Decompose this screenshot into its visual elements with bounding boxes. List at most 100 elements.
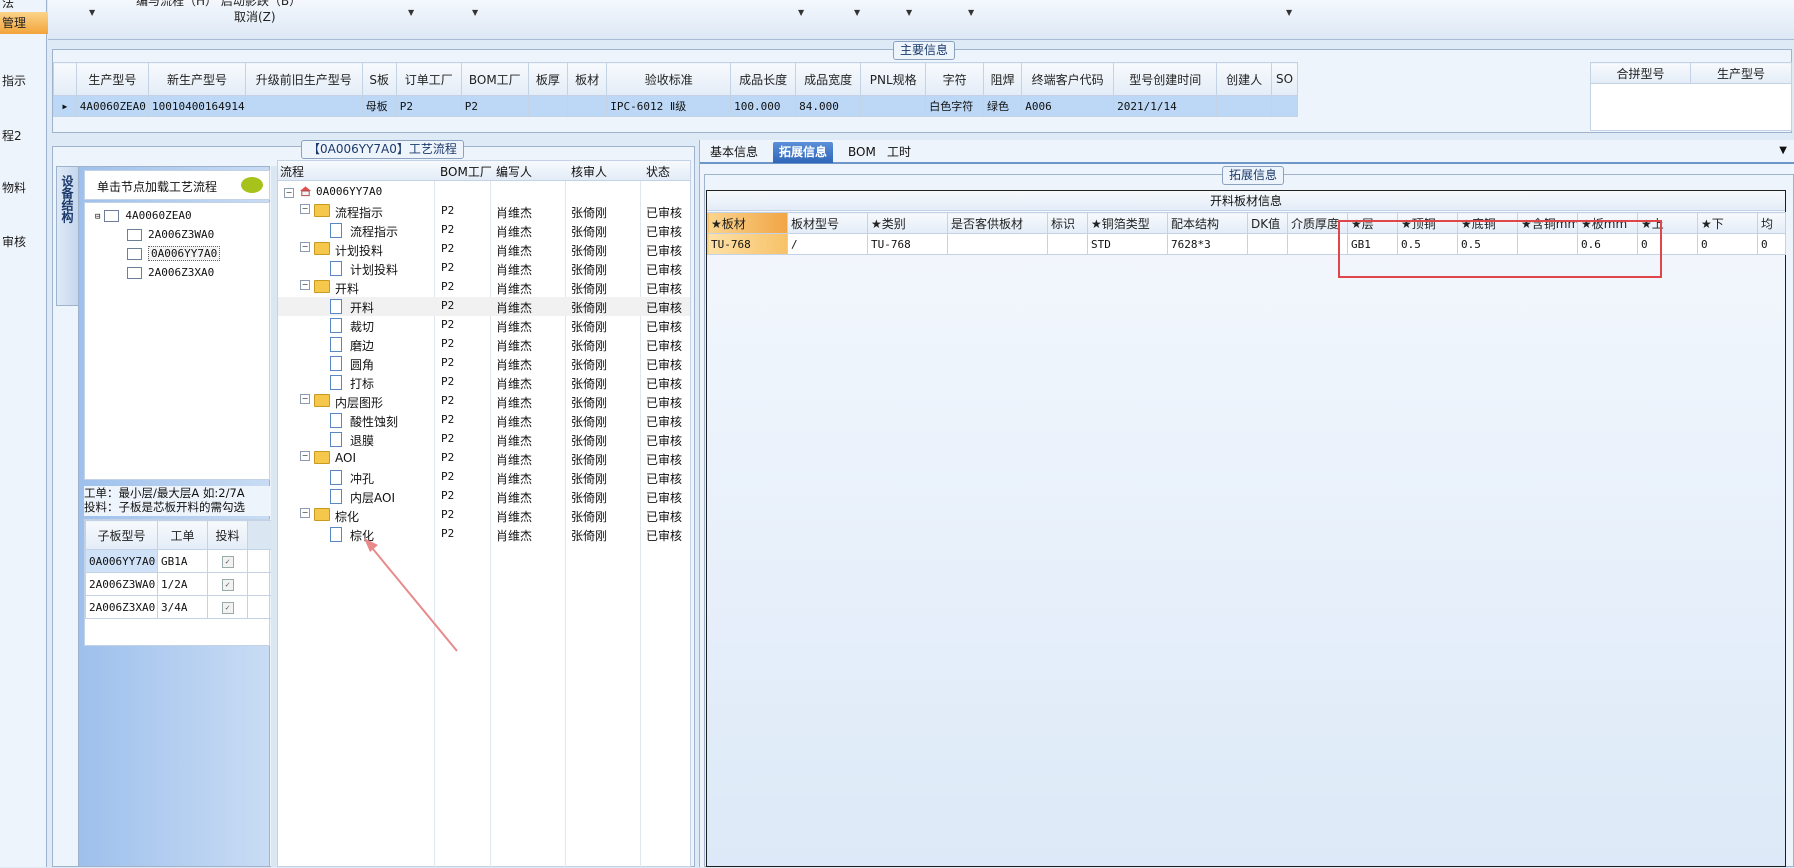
cell[interactable]: STD [1087, 233, 1168, 255]
tree-node-selected[interactable]: 0A006YY7A0 [127, 246, 221, 261]
col-header[interactable]: ★板材 [707, 212, 788, 234]
chat-bubble-icon[interactable] [241, 177, 263, 193]
tree-node[interactable]: 2A006Z3XA0 [127, 266, 214, 279]
cell[interactable]: 0A006YY7A0 [85, 549, 158, 573]
col-header[interactable]: 订单工厂 [395, 62, 462, 96]
cell[interactable]: 1/2A [157, 572, 208, 596]
table-row[interactable]: 2A006Z3XA0 3/4A ✓ [85, 595, 272, 619]
col-header[interactable]: 标识 [1047, 212, 1088, 234]
cell[interactable]: 4A0060ZEA0 [75, 95, 149, 117]
col-header[interactable]: 核审人 [571, 163, 607, 180]
cell[interactable]: 0 [1757, 233, 1786, 255]
col-header[interactable]: DK值 [1247, 212, 1288, 234]
checkbox[interactable]: ✓ [221, 556, 234, 568]
nav-item-0[interactable]: 法 [2, 0, 14, 11]
col-header[interactable]: 工单 [157, 520, 208, 550]
cell[interactable] [1216, 95, 1273, 117]
chevron-down-icon[interactable]: ▼ [968, 8, 974, 17]
cell[interactable]: GB1A [157, 549, 208, 573]
col-header[interactable]: 板厚 [527, 62, 569, 96]
col-header[interactable]: 型号创建时间 [1113, 62, 1218, 96]
col-header[interactable]: 均 [1757, 212, 1786, 234]
cell[interactable]: TU-768 [867, 233, 948, 255]
col-header[interactable]: PNL规格 [860, 62, 927, 96]
cell[interactable]: 2A006Z3XA0 [85, 595, 158, 619]
side-tab-structure[interactable]: 设备结构 [56, 166, 78, 306]
tab-basic-info[interactable]: 基本信息 [704, 142, 764, 163]
cell[interactable] [1247, 233, 1288, 255]
row-pointer-icon[interactable]: ▶ [53, 95, 77, 117]
nav-item-1[interactable]: 管理 [0, 12, 48, 34]
cell[interactable] [567, 95, 608, 117]
collapse-icon[interactable]: − [300, 204, 310, 214]
flow-root-row[interactable]: − 0A006YY7A0 [278, 183, 690, 202]
col-header[interactable]: ★类别 [867, 212, 948, 234]
col-header[interactable]: BOM工厂 [460, 62, 529, 96]
cell[interactable]: / [787, 233, 868, 255]
flow-step-row[interactable]: 打标 P2 肖维杰 张倚刚 已审核 [278, 373, 690, 392]
col-header[interactable]: 阻焊 [983, 62, 1023, 96]
cell[interactable]: A006 [1021, 95, 1115, 117]
col-header[interactable]: 板材型号 [787, 212, 868, 234]
cell[interactable] [860, 95, 927, 117]
col-header[interactable]: 投料 [207, 520, 248, 550]
flow-group-row[interactable]: − 计划投料 P2 肖维杰 张倚刚 已审核 [278, 240, 690, 259]
flow-group-row[interactable]: − AOI P2 肖维杰 张倚刚 已审核 [278, 449, 690, 468]
chevron-down-icon[interactable]: ▼ [1286, 8, 1292, 17]
cell[interactable]: 3/4A [157, 595, 208, 619]
nav-item-2[interactable]: 指示 [2, 72, 26, 89]
cell[interactable]: 2021/1/14 [1113, 95, 1218, 117]
chevron-down-icon[interactable]: ▼ [854, 8, 860, 17]
chevron-down-icon[interactable]: ▼ [89, 8, 95, 17]
col-header[interactable]: 成品宽度 [795, 62, 862, 96]
cell[interactable]: 绿色 [983, 95, 1023, 117]
col-header[interactable]: 合拼型号 [1590, 62, 1691, 84]
collapse-icon[interactable]: − [300, 280, 310, 290]
flow-group-row[interactable]: − 开料 P2 肖维杰 张倚刚 已审核 [278, 278, 690, 297]
collapse-icon[interactable]: − [300, 242, 310, 252]
col-header[interactable]: 配本结构 [1167, 212, 1248, 234]
checkbox[interactable]: ✓ [221, 579, 234, 591]
col-header[interactable]: 字符 [925, 62, 985, 96]
flow-group-row[interactable]: − 内层图形 P2 肖维杰 张倚刚 已审核 [278, 392, 690, 411]
tab-bom[interactable]: BOM [842, 142, 882, 163]
col-header[interactable]: 流程 [280, 163, 304, 180]
cancel-button[interactable]: 取消(Z) [234, 8, 276, 25]
tree-node[interactable]: ⊟ 4A0060ZEA0 [95, 209, 192, 222]
toolbar-menu-line[interactable]: 编与流程（H） 启动影跌（B） [136, 0, 301, 9]
flow-step-row[interactable]: 裁切 P2 肖维杰 张倚刚 已审核 [278, 316, 690, 335]
col-header[interactable]: 生产型号 [1690, 62, 1792, 84]
col-header[interactable]: SO [1271, 62, 1298, 96]
cell[interactable]: IPC-6012 Ⅱ级 [606, 95, 732, 117]
cell[interactable]: 10010400164914 [147, 95, 246, 117]
flow-step-row[interactable]: 计划投料 P2 肖维杰 张倚刚 已审核 [278, 259, 690, 278]
chevron-down-icon[interactable]: ▼ [798, 8, 804, 17]
flow-step-row[interactable]: 流程指示 P2 肖维杰 张倚刚 已审核 [278, 221, 690, 240]
col-header[interactable]: 是否客供板材 [947, 212, 1048, 234]
col-header[interactable]: 终端客户代码 [1021, 62, 1115, 96]
col-header[interactable]: 板材 [567, 62, 608, 96]
col-header[interactable]: ★下 [1697, 212, 1758, 234]
checkbox[interactable]: ✓ [221, 602, 234, 614]
col-header[interactable]: 新生产型号 [147, 62, 246, 96]
cell[interactable]: 0 [1697, 233, 1758, 255]
cell[interactable]: 100.000 [730, 95, 797, 117]
cell[interactable] [947, 233, 1048, 255]
tree-node[interactable]: 2A006Z3WA0 [127, 228, 214, 241]
chevron-down-icon[interactable]: ▼ [472, 8, 478, 17]
collapse-icon[interactable]: − [284, 188, 294, 198]
flow-step-row[interactable]: 开料 P2 肖维杰 张倚刚 已审核 [278, 297, 690, 316]
flow-group-row[interactable]: − 棕化 P2 肖维杰 张倚刚 已审核 [278, 506, 690, 525]
col-header[interactable]: S板 [361, 62, 397, 96]
table-row[interactable]: 0A006YY7A0 GB1A ✓ [85, 549, 272, 573]
cell[interactable]: P2 [460, 95, 529, 117]
cell[interactable] [527, 95, 569, 117]
cell[interactable] [244, 95, 363, 117]
col-header[interactable]: 生产型号 [75, 62, 149, 96]
flow-step-row[interactable]: 圆角 P2 肖维杰 张倚刚 已审核 [278, 354, 690, 373]
col-header[interactable]: 成品长度 [730, 62, 797, 96]
col-header[interactable]: ★铜箔类型 [1087, 212, 1168, 234]
flow-step-row[interactable]: 退膜 P2 肖维杰 张倚刚 已审核 [278, 430, 690, 449]
nav-item-4[interactable]: 程2 [2, 127, 22, 144]
cell[interactable]: 7628*3 [1167, 233, 1248, 255]
